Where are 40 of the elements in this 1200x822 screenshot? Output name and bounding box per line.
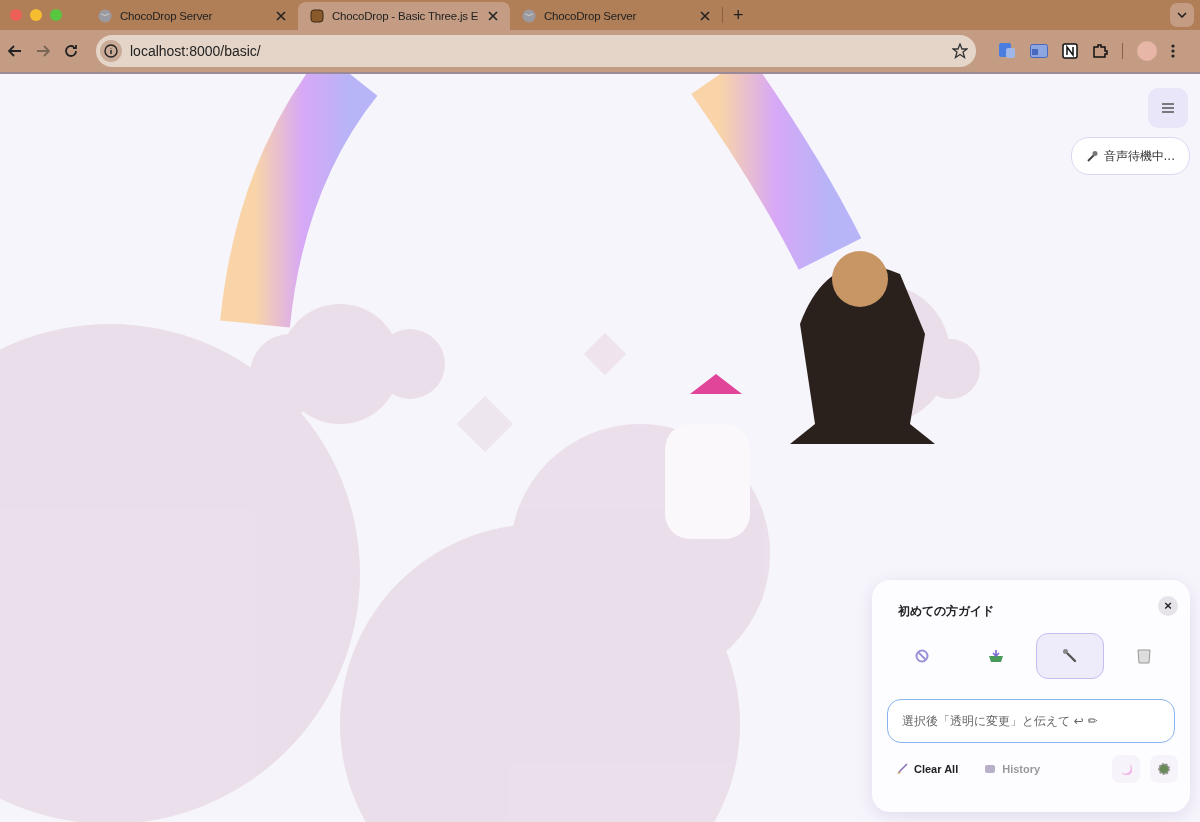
guide-title: 初めての方ガイド <box>898 602 994 620</box>
window-controls-icon[interactable] <box>10 9 62 21</box>
back-icon[interactable] <box>8 45 22 57</box>
close-button[interactable]: × <box>1158 596 1178 616</box>
settings-button[interactable] <box>1150 755 1178 783</box>
menu-icon <box>1162 103 1174 113</box>
menu-button[interactable] <box>1148 88 1188 128</box>
moon-icon <box>1120 763 1132 775</box>
inbox-tray-icon <box>988 649 1004 663</box>
wastebasket-icon <box>1137 648 1151 664</box>
puzzle-icon[interactable] <box>1092 43 1108 59</box>
settings-icon <box>1158 763 1170 775</box>
chevron-down-icon <box>1177 12 1187 18</box>
address-bar[interactable]: localhost:8000/basic/ <box>96 35 976 67</box>
browser-tab[interactable]: ChocoDrop Server <box>510 2 722 30</box>
info-icon[interactable] <box>100 40 122 62</box>
microphone-icon <box>1085 150 1098 162</box>
notebook-icon[interactable] <box>1062 43 1078 59</box>
prohibited-icon <box>915 649 929 663</box>
forward-icon[interactable] <box>36 45 50 57</box>
clear-all-button[interactable]: Clear All <box>888 759 967 779</box>
voice-status-button[interactable]: 音声待機中... <box>1070 137 1190 175</box>
tab-list-button[interactable] <box>1170 3 1194 27</box>
reload-icon[interactable] <box>64 44 78 58</box>
close-icon[interactable] <box>700 11 710 21</box>
close-icon[interactable] <box>488 11 498 21</box>
globe-icon <box>98 9 112 23</box>
browser-tab[interactable]: ChocoDrop Server <box>86 2 298 30</box>
broom-icon <box>896 763 908 775</box>
new-tab-button[interactable]: + <box>723 4 754 26</box>
more-icon[interactable] <box>1171 44 1175 58</box>
favicon-icon <box>310 9 324 23</box>
command-input-field[interactable]: 選択後「透明に変更」と伝えて ↩ ✏ <box>887 699 1175 743</box>
browser-tab[interactable]: ChocoDrop - Basic Three.js E <box>298 2 510 30</box>
globe-icon <box>522 9 536 23</box>
card-icon[interactable] <box>1030 44 1048 58</box>
url-text: localhost:8000/basic/ <box>130 43 262 59</box>
close-icon[interactable] <box>276 11 286 21</box>
wrench-icon <box>1062 648 1078 664</box>
star-icon[interactable] <box>952 43 968 59</box>
